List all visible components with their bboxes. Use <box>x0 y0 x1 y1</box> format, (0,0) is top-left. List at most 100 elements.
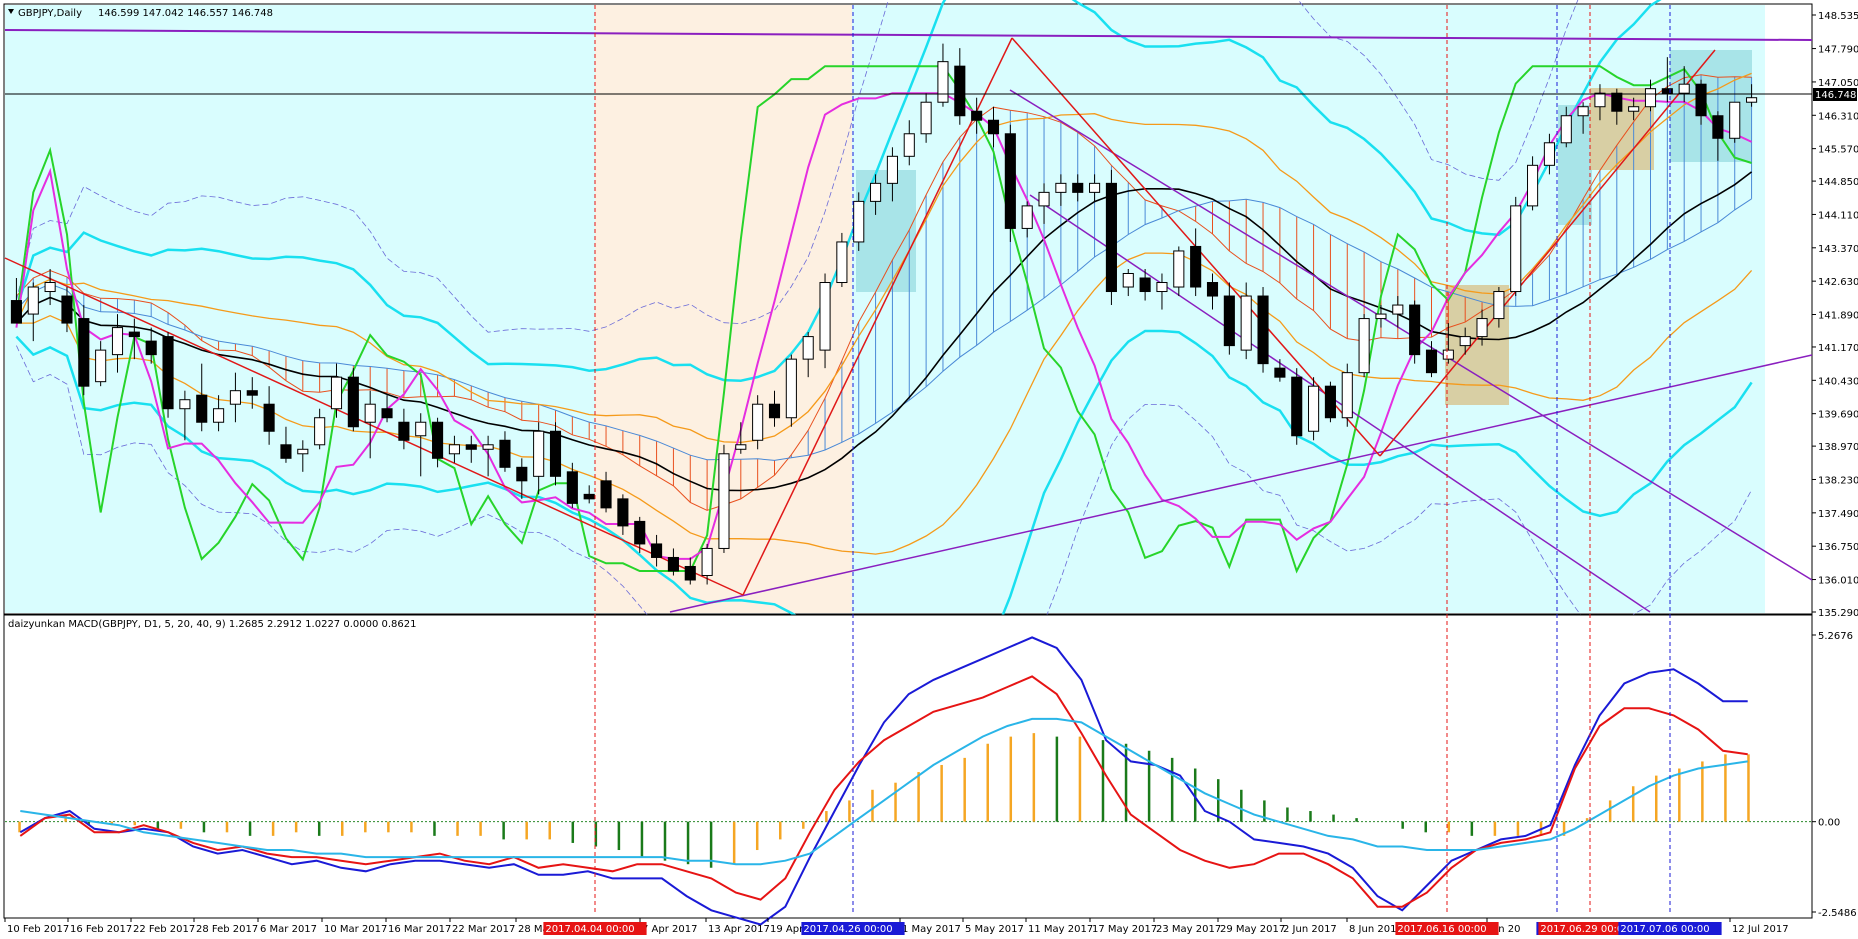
candle-bull <box>1527 164 1539 207</box>
candle-bull <box>1577 106 1589 117</box>
candle-bull <box>718 453 730 549</box>
candle-bull <box>44 282 56 293</box>
candle-bear <box>1324 385 1336 419</box>
candle-bear <box>280 444 292 459</box>
date-axis: 10 Feb 2017 16 Feb 2017 22 Feb 2017 28 Feb … <box>4 918 1789 935</box>
candle-bear <box>583 493 595 500</box>
candle-bull <box>836 241 848 284</box>
date-label: 17 May 2017 <box>1092 924 1157 935</box>
price-tick-label: 136.750 <box>1818 542 1858 553</box>
candle-bull <box>1459 336 1471 347</box>
candle-bull <box>1173 250 1185 288</box>
candle-bull <box>1594 92 1606 108</box>
candle-bull <box>853 200 865 243</box>
date-label: 23 May 2017 <box>1156 924 1221 935</box>
candle-bull <box>1543 142 1555 166</box>
candle-bear <box>1004 133 1016 229</box>
candle-bear <box>768 403 781 419</box>
candle-bull <box>448 444 460 455</box>
candle-bull <box>1628 106 1640 112</box>
date-label: 16 Mar 2017 <box>388 924 451 935</box>
candle-bear <box>499 439 511 468</box>
date-label: 16 Feb 2017 <box>70 924 132 935</box>
candle-bear <box>196 394 208 423</box>
price-tick-label: 138.230 <box>1818 475 1858 486</box>
date-label: 7 Apr 2017 <box>642 924 697 935</box>
candle-bull <box>870 182 882 202</box>
candle-bear <box>566 471 578 504</box>
price-tick-label: 141.890 <box>1818 311 1858 322</box>
candle-bear <box>1712 115 1724 139</box>
candle-bear <box>1409 304 1421 356</box>
candle-bull <box>1055 182 1067 193</box>
candle-bear <box>78 318 90 387</box>
candle-bull <box>937 61 949 103</box>
candle-bull <box>1240 295 1252 351</box>
price-tick-label: 143.370 <box>1818 244 1858 255</box>
candle-bull <box>1122 272 1134 288</box>
candle-bear <box>432 421 444 459</box>
candle-bull <box>111 327 124 356</box>
candle-bull <box>1493 291 1505 320</box>
candle-bull <box>330 376 343 410</box>
candle-bull <box>1729 101 1741 139</box>
candle-bear <box>1105 182 1117 293</box>
price-tick-label: 144.850 <box>1818 177 1858 188</box>
candle-bull <box>802 336 814 360</box>
date-label: 22 Feb 2017 <box>133 924 195 935</box>
date-marker-label: 2017.06.16 00:00 <box>1397 924 1486 935</box>
candle-bull <box>701 547 713 576</box>
candle-bull <box>1678 83 1690 94</box>
candle-bear <box>347 376 359 428</box>
price-tick-label: 140.430 <box>1818 376 1858 387</box>
candle-bear <box>398 421 410 441</box>
candle-bear <box>634 520 646 545</box>
candle-bull <box>95 349 107 383</box>
candle-bull <box>1156 282 1168 293</box>
candle-bull <box>179 399 191 410</box>
candle-bear <box>1661 88 1673 94</box>
candle-bull <box>314 417 326 446</box>
candle-bear <box>667 556 679 572</box>
candle-bear <box>10 300 22 324</box>
macd-tick-label: 5.2676 <box>1818 631 1853 642</box>
date-marker-label: 2017.06.29 00:00 <box>1540 924 1629 935</box>
price-tick-label: 141.170 <box>1818 343 1858 354</box>
candle-bear <box>549 430 562 477</box>
candle-bull <box>752 403 764 441</box>
date-label: 22 Mar 2017 <box>452 924 515 935</box>
macd-tick-label: 0.00 <box>1818 818 1840 829</box>
candle-bear <box>465 444 477 450</box>
candle-bear <box>381 408 393 419</box>
price-tick-label: 148.535 <box>1818 11 1858 22</box>
candle-bull <box>1476 318 1488 338</box>
candle-bear <box>1274 367 1286 378</box>
candle-bull <box>415 421 427 437</box>
date-label: 5 May 2017 <box>965 924 1024 935</box>
candle-bull <box>920 101 932 135</box>
price-tick-label: 138.970 <box>1818 442 1858 453</box>
price-tick-label: 135.290 <box>1818 608 1858 619</box>
candle-bull <box>819 282 831 351</box>
date-label: 13 Apr 2017 <box>708 924 770 935</box>
candle-bear <box>1072 182 1084 193</box>
candle-bear <box>1695 83 1707 117</box>
candle-bull <box>297 448 309 455</box>
candle-bull <box>1375 313 1387 320</box>
price-tick-label: 147.050 <box>1818 78 1858 89</box>
candle-bear <box>128 331 140 338</box>
candle-bull <box>1644 88 1657 108</box>
candle-bear <box>1257 295 1269 365</box>
date-marker-label: 2017.04.26 00:00 <box>803 924 892 935</box>
date-label: 8 Jun 2017 <box>1349 924 1403 935</box>
candle-bull <box>903 133 915 157</box>
candle-bear <box>651 543 663 558</box>
candle-bear <box>1425 349 1438 374</box>
candle-bear <box>145 340 157 356</box>
price-tick-label: 142.630 <box>1818 277 1858 288</box>
candle-bull <box>1341 372 1353 419</box>
macd-axis: 5.2676 0.00 -2.5486 <box>1812 631 1857 919</box>
candle-bull <box>229 390 241 405</box>
candle-bull <box>482 444 494 450</box>
candle-bear <box>1611 92 1623 112</box>
